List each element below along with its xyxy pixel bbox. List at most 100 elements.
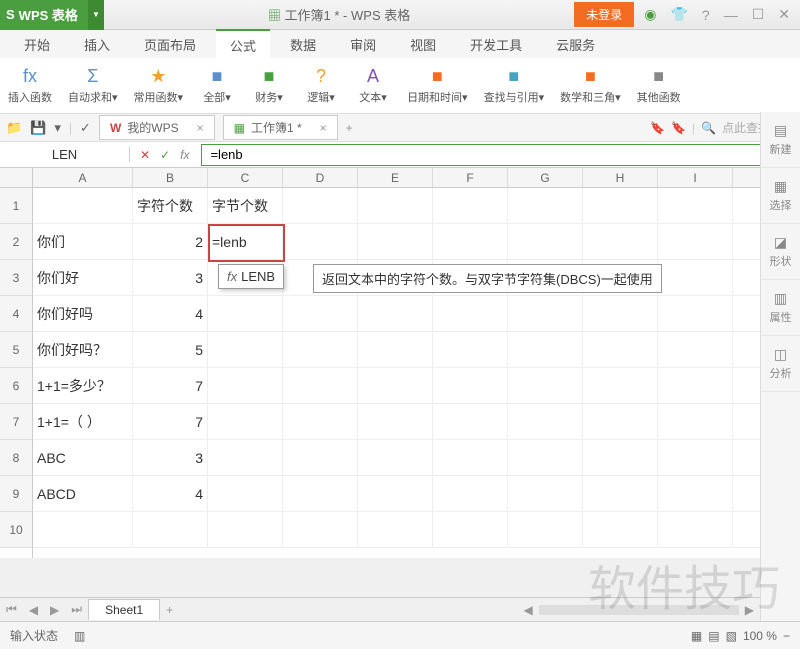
cell-F2[interactable] [433,224,508,259]
cell-D1[interactable] [283,188,358,223]
ribbon-其他函数[interactable]: ■其他函数 [629,58,689,114]
sidebar-分析[interactable]: ◫分析 [761,336,800,392]
cell-A1[interactable] [33,188,133,223]
cell-B1[interactable]: 字符个数 [133,188,208,223]
row-header-4[interactable]: 4 [0,296,32,332]
ribbon-常用函数[interactable]: ★常用函数▾ [126,58,192,114]
cell-G2[interactable] [508,224,583,259]
app-logo[interactable]: S WPS 表格 [0,0,88,30]
cell-F4[interactable] [433,296,508,331]
hscroll-right[interactable]: ▶ [739,603,760,617]
sheet-nav-prev[interactable]: ◀ [23,603,44,617]
row-header-1[interactable]: 1 [0,188,32,224]
close-tab-icon[interactable]: × [197,121,204,135]
maximize-icon[interactable]: ☐ [752,6,765,23]
cell-I5[interactable] [658,332,733,367]
name-box[interactable]: LEN [0,147,130,162]
cell-I1[interactable] [658,188,733,223]
cell-F9[interactable] [433,476,508,511]
login-button[interactable]: 未登录 [574,2,634,27]
cell-G7[interactable] [508,404,583,439]
cell-C4[interactable] [208,296,283,331]
sheet-nav-next[interactable]: ▶ [44,603,65,617]
menu-tab-公式[interactable]: 公式 [216,29,270,60]
select-all-corner[interactable] [0,168,33,188]
row-header-3[interactable]: 3 [0,260,32,296]
cell-I6[interactable] [658,368,733,403]
cell-C8[interactable] [208,440,283,475]
sidebar-新建[interactable]: ▤新建 [761,112,800,168]
cell-A6[interactable]: 1+1=多少？ [33,368,133,403]
skin-icon[interactable]: 👕 [670,6,687,23]
cell-H8[interactable] [583,440,658,475]
hscrollbar[interactable] [539,605,739,615]
ribbon-日期和时间[interactable]: ■日期和时间▾ [399,58,476,114]
cell-I4[interactable] [658,296,733,331]
menu-tab-审阅[interactable]: 审阅 [336,30,390,59]
layout-icon[interactable]: ▥ [74,629,85,643]
col-header-B[interactable]: B [133,168,208,187]
col-header-D[interactable]: D [283,168,358,187]
cell-D2[interactable] [283,224,358,259]
cell-G5[interactable] [508,332,583,367]
col-header-E[interactable]: E [358,168,433,187]
ribbon-逻辑[interactable]: ?逻辑▾ [295,58,347,114]
minimize-icon[interactable]: — [724,7,738,23]
cell-A7[interactable]: 1+1=（ ） [33,404,133,439]
cell-C10[interactable] [208,512,283,547]
cell-C7[interactable] [208,404,283,439]
cell-I9[interactable] [658,476,733,511]
sidebar-形状[interactable]: ◪形状 [761,224,800,280]
add-sheet-icon[interactable]: + [160,603,179,617]
cell-E1[interactable] [358,188,433,223]
cell-B5[interactable]: 5 [133,332,208,367]
cell-F1[interactable] [433,188,508,223]
cell-H9[interactable] [583,476,658,511]
cell-G1[interactable] [508,188,583,223]
cell-E10[interactable] [358,512,433,547]
col-header-A[interactable]: A [33,168,133,187]
cell-G6[interactable] [508,368,583,403]
cell-A5[interactable]: 你们好吗？ [33,332,133,367]
cell-B7[interactable]: 7 [133,404,208,439]
cell-I7[interactable] [658,404,733,439]
row-header-9[interactable]: 9 [0,476,32,512]
menu-tab-数据[interactable]: 数据 [276,30,330,59]
cell-H6[interactable] [583,368,658,403]
cell-B10[interactable] [133,512,208,547]
ribbon-全部[interactable]: ■全部▾ [191,58,243,114]
cell-F10[interactable] [433,512,508,547]
cell-H5[interactable] [583,332,658,367]
col-header-I[interactable]: I [658,168,733,187]
cell-G10[interactable] [508,512,583,547]
menu-tab-开始[interactable]: 开始 [10,30,64,59]
cell-D7[interactable] [283,404,358,439]
sheet-nav-first[interactable]: ⏮ [0,602,23,617]
close-icon[interactable]: ✕ [778,6,790,23]
ribbon-自动求和[interactable]: Σ自动求和▾ [60,58,126,114]
cell-C5[interactable] [208,332,283,367]
sidebar-属性[interactable]: ▥属性 [761,280,800,336]
open-icon[interactable]: 📁 [6,120,22,136]
row-header-6[interactable]: 6 [0,368,32,404]
cell-E2[interactable] [358,224,433,259]
row-header-8[interactable]: 8 [0,440,32,476]
workbook-tab[interactable]: ▦ 工作簿1 * × [223,115,338,140]
cell-A10[interactable] [33,512,133,547]
grid-body[interactable]: 字符个数字节个数你们2=lenb你们好3你们好吗4你们好吗？51+1=多少？71… [33,188,800,558]
col-header-C[interactable]: C [208,168,283,187]
cell-B8[interactable]: 3 [133,440,208,475]
view-normal-icon[interactable]: ▦ [691,629,702,643]
cell-D10[interactable] [283,512,358,547]
ribbon-数学和三角[interactable]: ■数学和三角▾ [552,58,629,114]
cell-E4[interactable] [358,296,433,331]
cell-C1[interactable]: 字节个数 [208,188,283,223]
cell-A9[interactable]: ABCD [33,476,133,511]
cell-G9[interactable] [508,476,583,511]
cell-I10[interactable] [658,512,733,547]
cell-E8[interactable] [358,440,433,475]
ribbon-查找与引用[interactable]: ■查找与引用▾ [476,58,553,114]
save-icon[interactable]: 💾 [30,120,46,136]
cell-G4[interactable] [508,296,583,331]
cell-I2[interactable] [658,224,733,259]
